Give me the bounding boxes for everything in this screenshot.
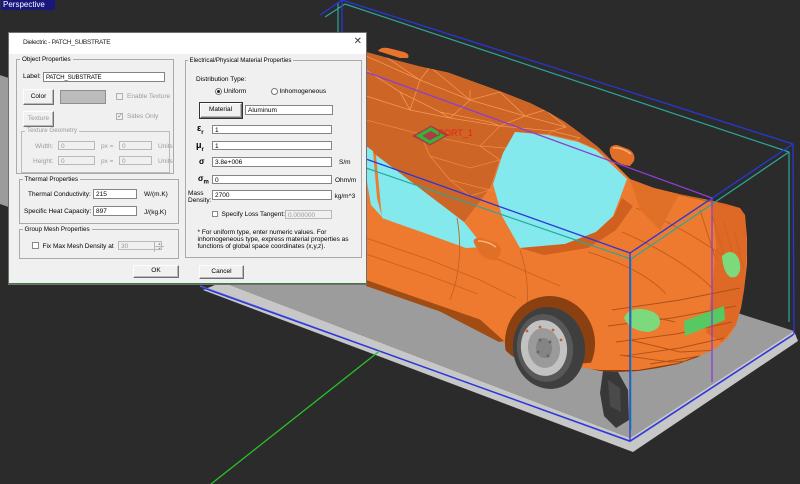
svg-text:PORT_1: PORT_1 [438, 128, 473, 138]
